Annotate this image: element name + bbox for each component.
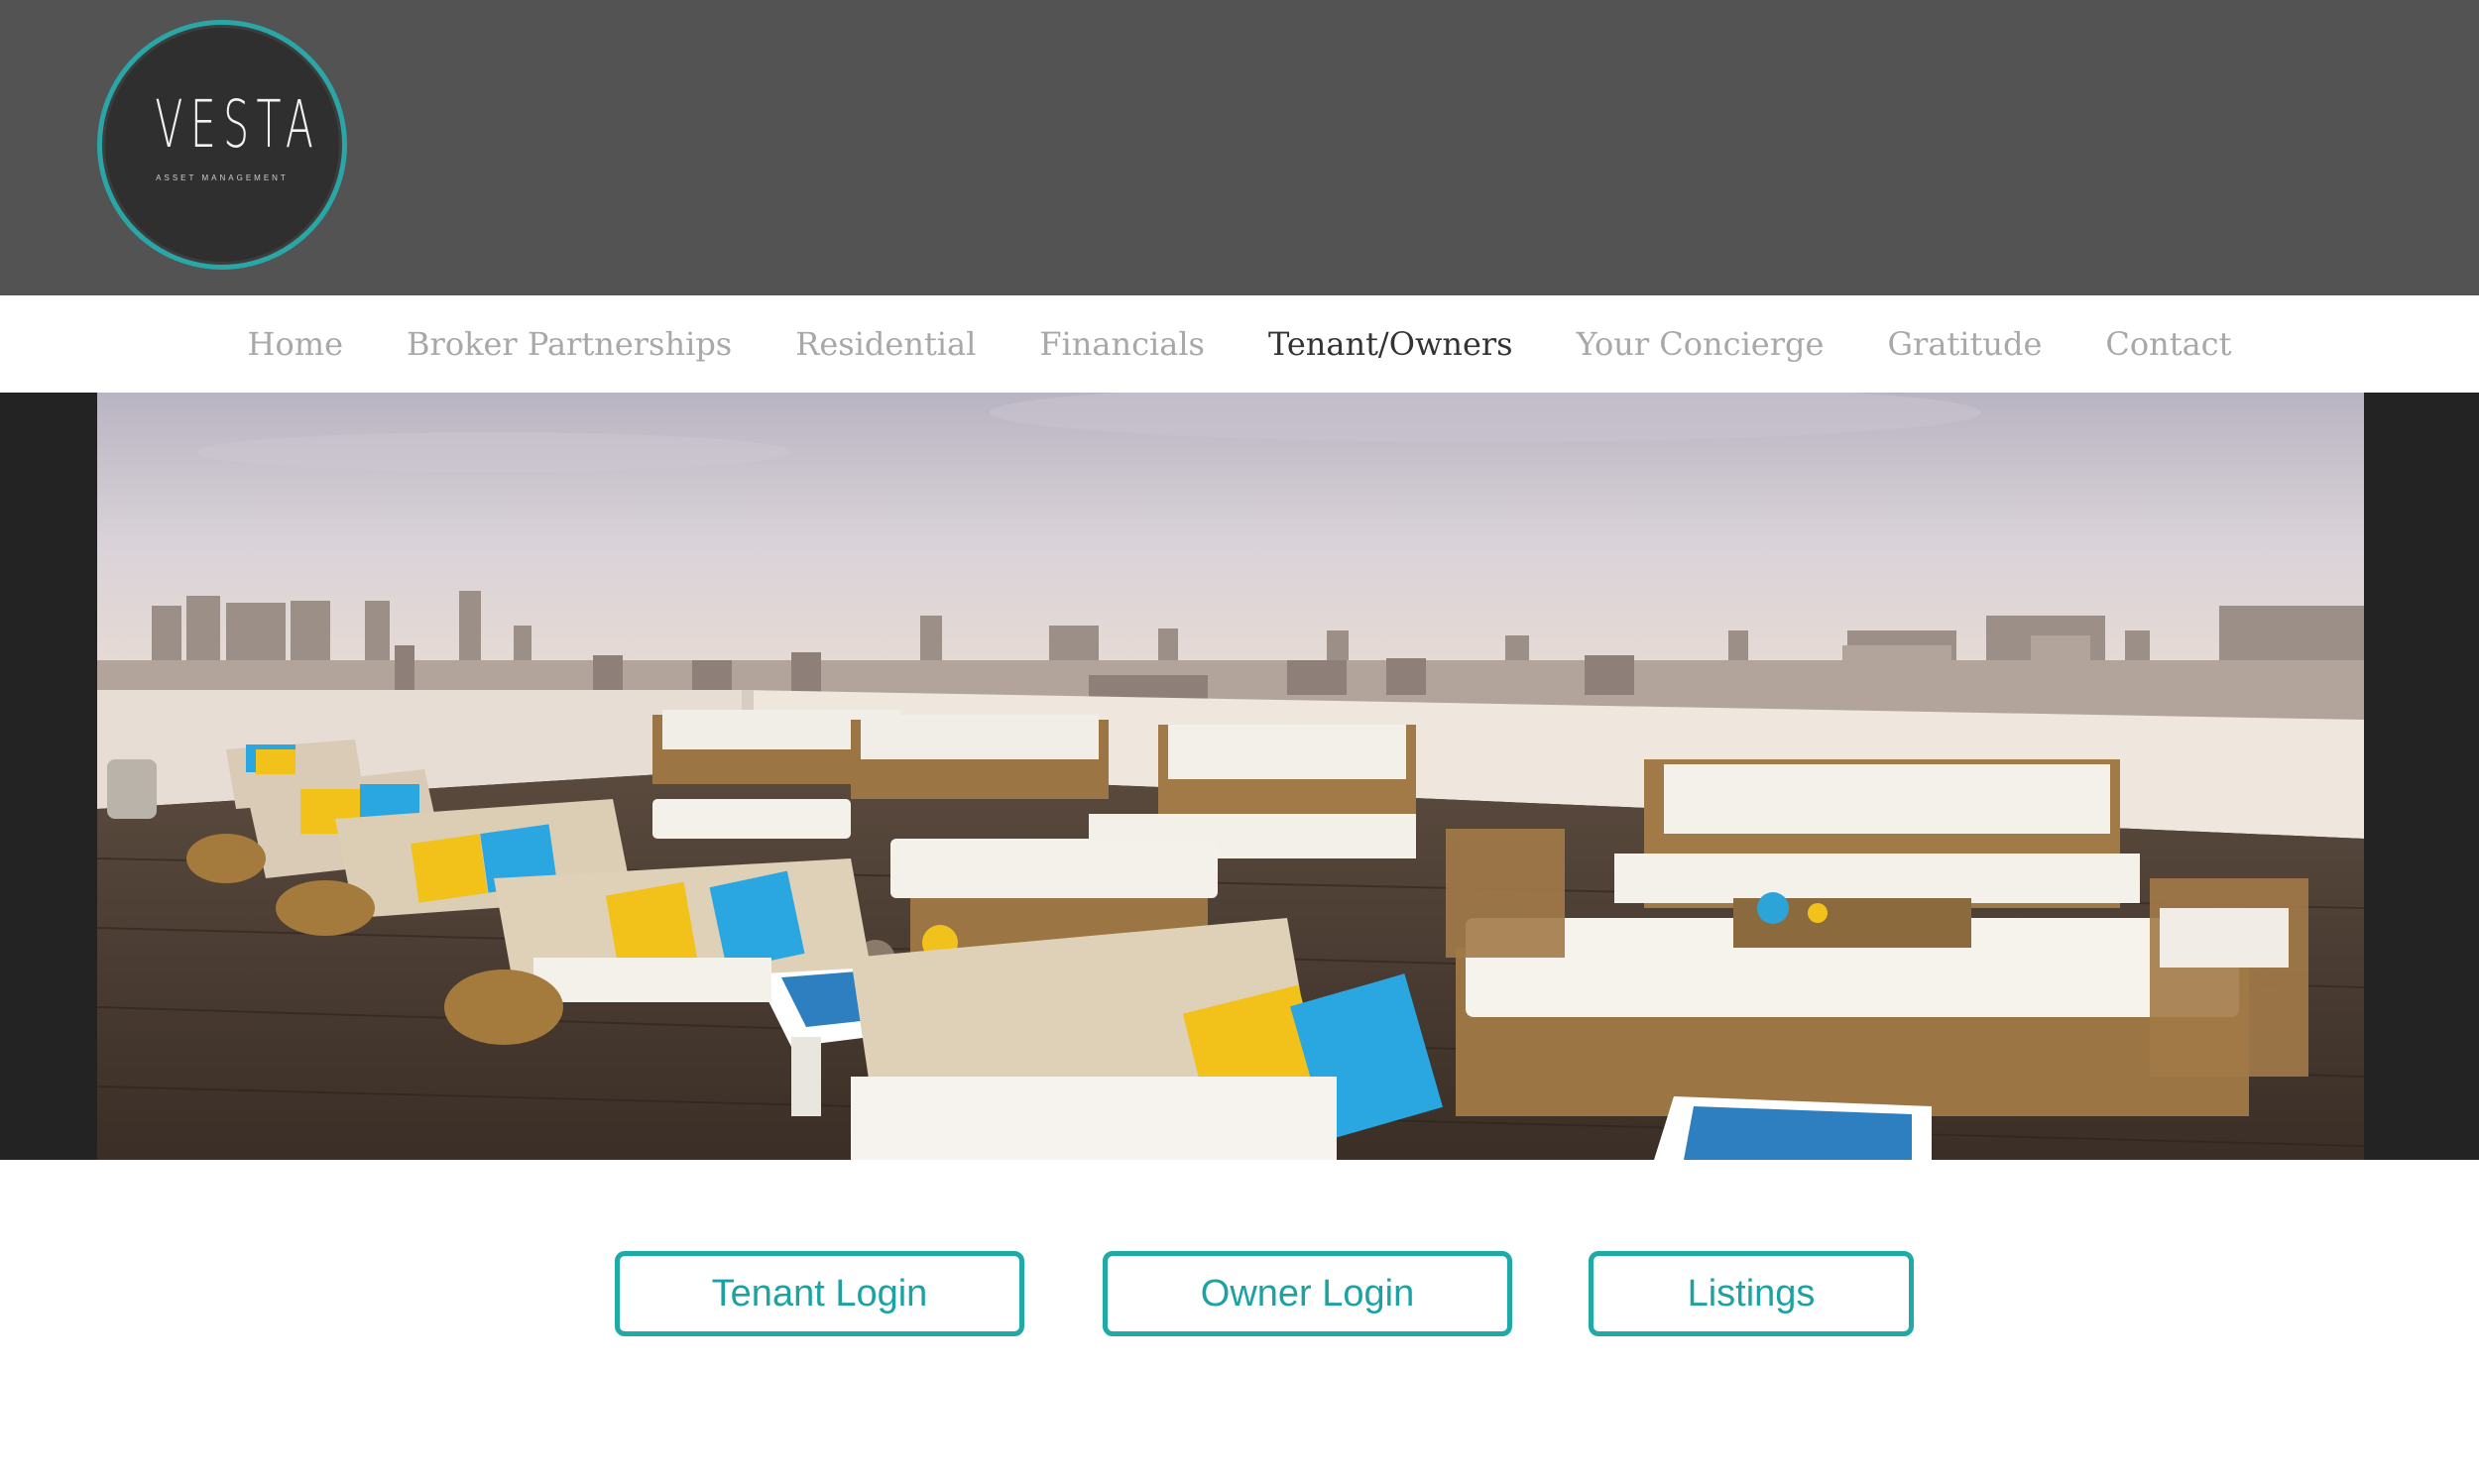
site-header: VESTA ASSET MANAGEMENT bbox=[0, 0, 2479, 295]
nav-broker-partnerships[interactable]: Broker Partnerships bbox=[407, 325, 732, 363]
nav-residential[interactable]: Residential bbox=[795, 325, 976, 363]
hero-image bbox=[97, 393, 2364, 1160]
logo-tagline: ASSET MANAGEMENT bbox=[156, 173, 289, 182]
nav-tenant-owners[interactable]: Tenant/Owners bbox=[1268, 325, 1513, 363]
listings-button[interactable]: Listings bbox=[1589, 1251, 1914, 1336]
tenant-login-button[interactable]: Tenant Login bbox=[615, 1251, 1024, 1336]
nav-home[interactable]: Home bbox=[248, 325, 343, 363]
nav-gratitude[interactable]: Gratitude bbox=[1887, 325, 2042, 363]
nav-financials[interactable]: Financials bbox=[1039, 325, 1205, 363]
action-buttons: Tenant Login Owner Login Listings bbox=[0, 1251, 2479, 1342]
main-nav: Home Broker Partnerships Residential Fin… bbox=[0, 295, 2479, 393]
owner-login-button[interactable]: Owner Login bbox=[1103, 1251, 1512, 1336]
rooftop-photo bbox=[97, 393, 2364, 1160]
logo-wordmark: VESTA bbox=[155, 86, 321, 163]
nav-contact[interactable]: Contact bbox=[2105, 325, 2231, 363]
nav-your-concierge[interactable]: Your Concierge bbox=[1577, 325, 1825, 363]
vesta-logo[interactable]: VESTA ASSET MANAGEMENT bbox=[97, 20, 347, 270]
